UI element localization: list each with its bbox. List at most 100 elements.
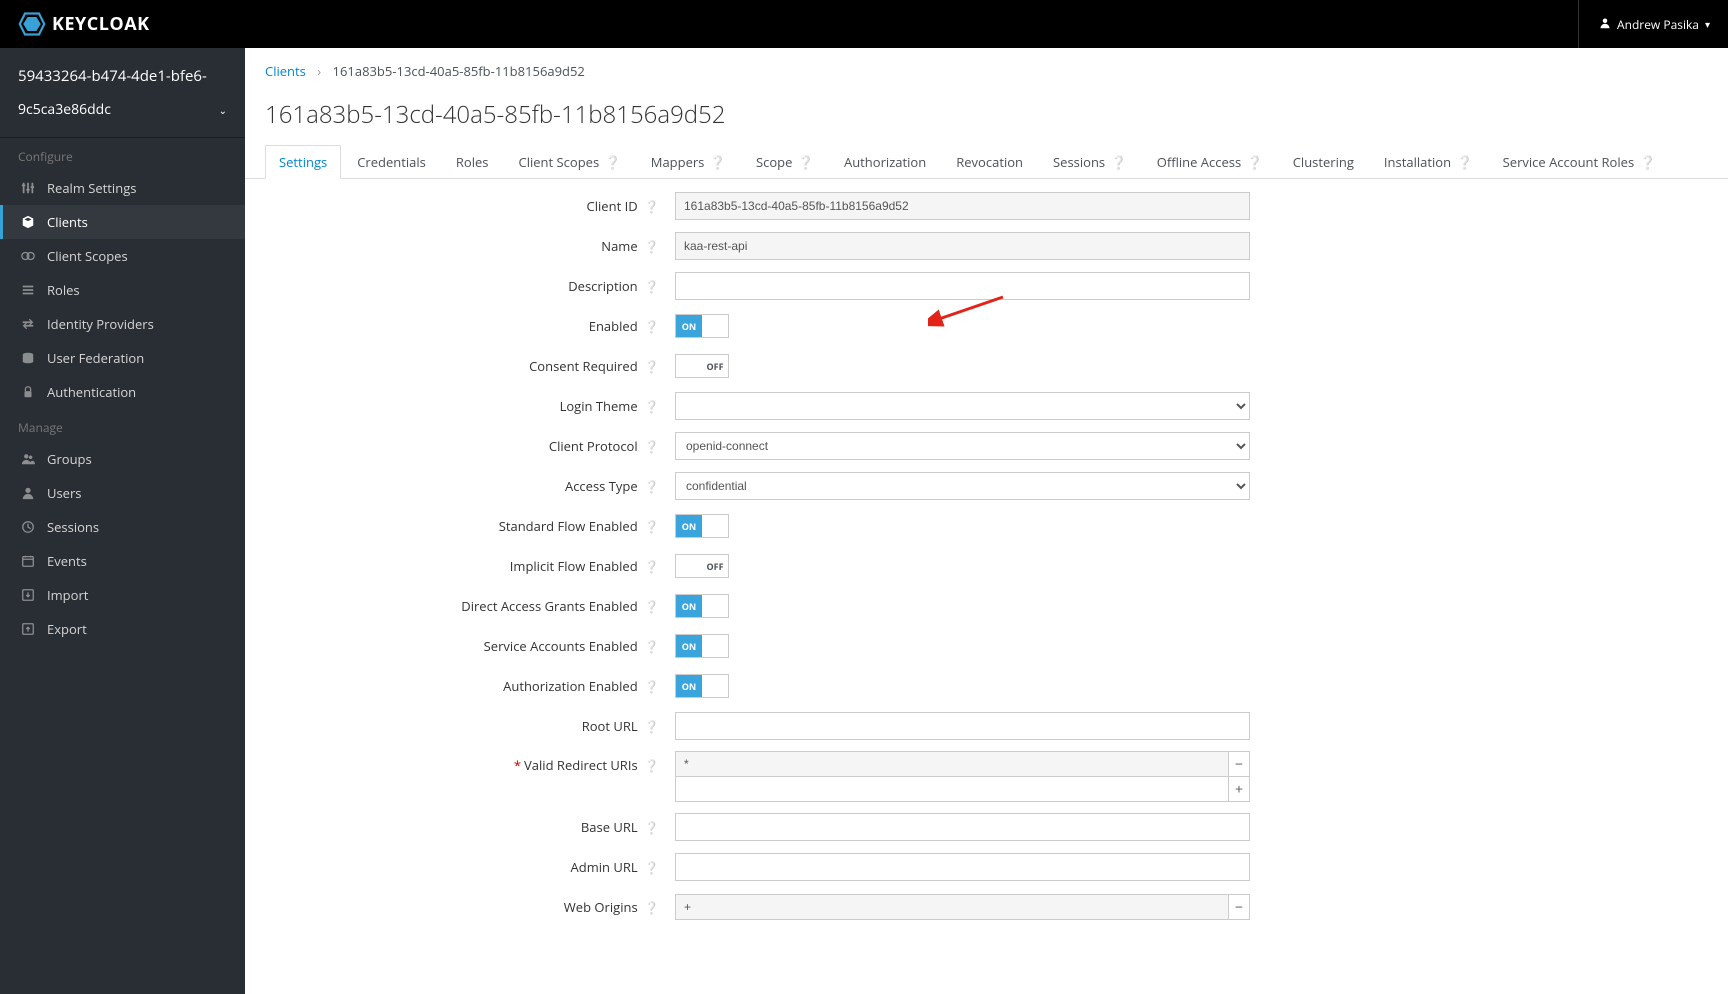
help-icon: ❔ [644,819,659,836]
sidebar-item-label: Authentication [47,383,136,401]
standard-flow-toggle[interactable]: ONOFF [675,514,729,538]
tab-revocation[interactable]: Revocation [942,145,1037,179]
realm-block: 59433264-b474-4de1-bfe6- 9c5ca3e86ddc ⌄ [0,48,245,138]
consent-required-toggle[interactable]: ONOFF [675,354,729,378]
base-url-input[interactable] [675,813,1250,841]
root-url-input[interactable] [675,712,1250,740]
users-icon [21,452,35,466]
description-input[interactable] [675,272,1250,300]
sidebar-item-import[interactable]: Import [0,578,245,612]
sidebar-item-label: Roles [47,281,80,299]
sidebar-item-sessions[interactable]: Sessions [0,510,245,544]
realm-selector[interactable]: 9c5ca3e86ddc ⌄ [18,100,227,119]
sidebar-item-groups[interactable]: Groups [0,442,245,476]
logo[interactable]: KEYCLOAK [18,10,150,38]
sidebar-item-events[interactable]: Events [0,544,245,578]
sidebar-item-roles[interactable]: Roles [0,273,245,307]
breadcrumb-current: 161a83b5-13cd-40a5-85fb-11b8156a9d52 [333,62,585,80]
client-id-input[interactable] [675,192,1250,220]
sidebar-item-label: Identity Providers [47,315,154,333]
exchange-icon [21,317,35,331]
help-icon: ❔ [644,638,659,655]
row-base-url: Base URL ❔ [265,812,1708,842]
help-icon: ❔ [644,757,659,774]
row-implicit-flow: Implicit Flow Enabled ❔ ONOFF [265,551,1708,581]
admin-url-input[interactable] [675,853,1250,881]
service-accounts-toggle[interactable]: ONOFF [675,634,729,658]
user-icon [1599,16,1611,33]
tab-service-account-roles[interactable]: Service Account Roles ❔ [1489,145,1670,179]
direct-access-toggle[interactable]: ONOFF [675,594,729,618]
user-menu[interactable]: Andrew Pasika ▾ [1578,0,1710,48]
help-icon: ❔ [1247,153,1263,171]
help-icon: ❔ [644,478,659,495]
tab-credentials[interactable]: Credentials [343,145,440,179]
web-origins-row: − [675,894,1250,920]
sidebar-item-label: Import [47,586,88,604]
sidebar-item-label: User Federation [47,349,144,367]
sidebar-item-label: Clients [47,213,88,231]
remove-web-origin-button[interactable]: − [1228,894,1250,920]
add-redirect-button[interactable]: + [1228,776,1250,802]
user-icon [21,486,35,500]
row-web-origins: Web Origins ❔ − [265,892,1708,922]
sidebar-item-export[interactable]: Export [0,612,245,646]
sidebar-item-clients[interactable]: Clients [0,205,245,239]
sidebar-item-identity-providers[interactable]: Identity Providers [0,307,245,341]
row-direct-access: Direct Access Grants Enabled ❔ ONOFF [265,591,1708,621]
tab-client-scopes[interactable]: Client Scopes ❔ [505,145,635,179]
remove-redirect-button[interactable]: − [1228,751,1250,777]
help-icon: ❔ [644,859,659,876]
help-icon: ❔ [644,558,659,575]
sidebar-item-client-scopes[interactable]: Client Scopes [0,239,245,273]
row-login-theme: Login Theme ❔ [265,391,1708,421]
redirect-uri-add-row: + [675,776,1250,802]
redirect-uri-input[interactable] [675,751,1229,777]
section-manage: Manage [0,409,245,442]
main-content: Clients › 161a83b5-13cd-40a5-85fb-11b815… [245,48,1728,994]
sidebar-item-label: Users [47,484,81,502]
lock-icon [21,385,35,399]
tabs: Settings Credentials Roles Client Scopes… [245,145,1728,179]
sidebar-item-realm-settings[interactable]: Realm Settings [0,171,245,205]
implicit-flow-toggle[interactable]: ONOFF [675,554,729,578]
row-service-accounts: Service Accounts Enabled ❔ ONOFF [265,631,1708,661]
client-protocol-select[interactable]: openid-connect [675,432,1250,460]
sidebar-item-user-federation[interactable]: User Federation [0,341,245,375]
login-theme-select[interactable] [675,392,1250,420]
tab-installation[interactable]: Installation ❔ [1370,145,1487,179]
row-access-type: Access Type ❔ confidential [265,471,1708,501]
tab-sessions[interactable]: Sessions ❔ [1039,145,1141,179]
sidebar-item-label: Groups [47,450,92,468]
help-icon: ❔ [644,358,659,375]
row-standard-flow: Standard Flow Enabled ❔ ONOFF [265,511,1708,541]
tab-authorization[interactable]: Authorization [830,145,940,179]
chevron-down-icon: ⌄ [219,103,227,117]
web-origins-input[interactable] [675,894,1229,920]
access-type-select[interactable]: confidential [675,472,1250,500]
row-consent-required: Consent Required ❔ ONOFF [265,351,1708,381]
tab-clustering[interactable]: Clustering [1279,145,1368,179]
tab-roles[interactable]: Roles [442,145,503,179]
sidebar-item-authentication[interactable]: Authentication [0,375,245,409]
help-icon: ❔ [1456,153,1472,171]
tab-offline-access[interactable]: Offline Access ❔ [1143,145,1277,179]
tab-mappers[interactable]: Mappers ❔ [637,145,740,179]
chevron-down-icon: ▾ [1705,17,1710,31]
tab-settings[interactable]: Settings [265,145,341,179]
row-name: Name ❔ [265,231,1708,261]
tab-scope[interactable]: Scope ❔ [742,145,828,179]
sidebar: 59433264-b474-4de1-bfe6- 9c5ca3e86ddc ⌄ … [0,48,245,994]
help-icon: ❔ [798,153,814,171]
breadcrumb-root[interactable]: Clients [265,62,306,80]
sidebar-item-users[interactable]: Users [0,476,245,510]
section-configure: Configure [0,138,245,171]
enabled-toggle[interactable]: ONOFF [675,314,729,338]
user-name: Andrew Pasika [1617,16,1699,33]
help-icon: ❔ [644,398,659,415]
authorization-toggle[interactable]: ONOFF [675,674,729,698]
redirect-uri-new-input[interactable] [675,776,1229,802]
realm-selected: 9c5ca3e86ddc [18,100,111,119]
import-icon [21,588,35,602]
name-input[interactable] [675,232,1250,260]
